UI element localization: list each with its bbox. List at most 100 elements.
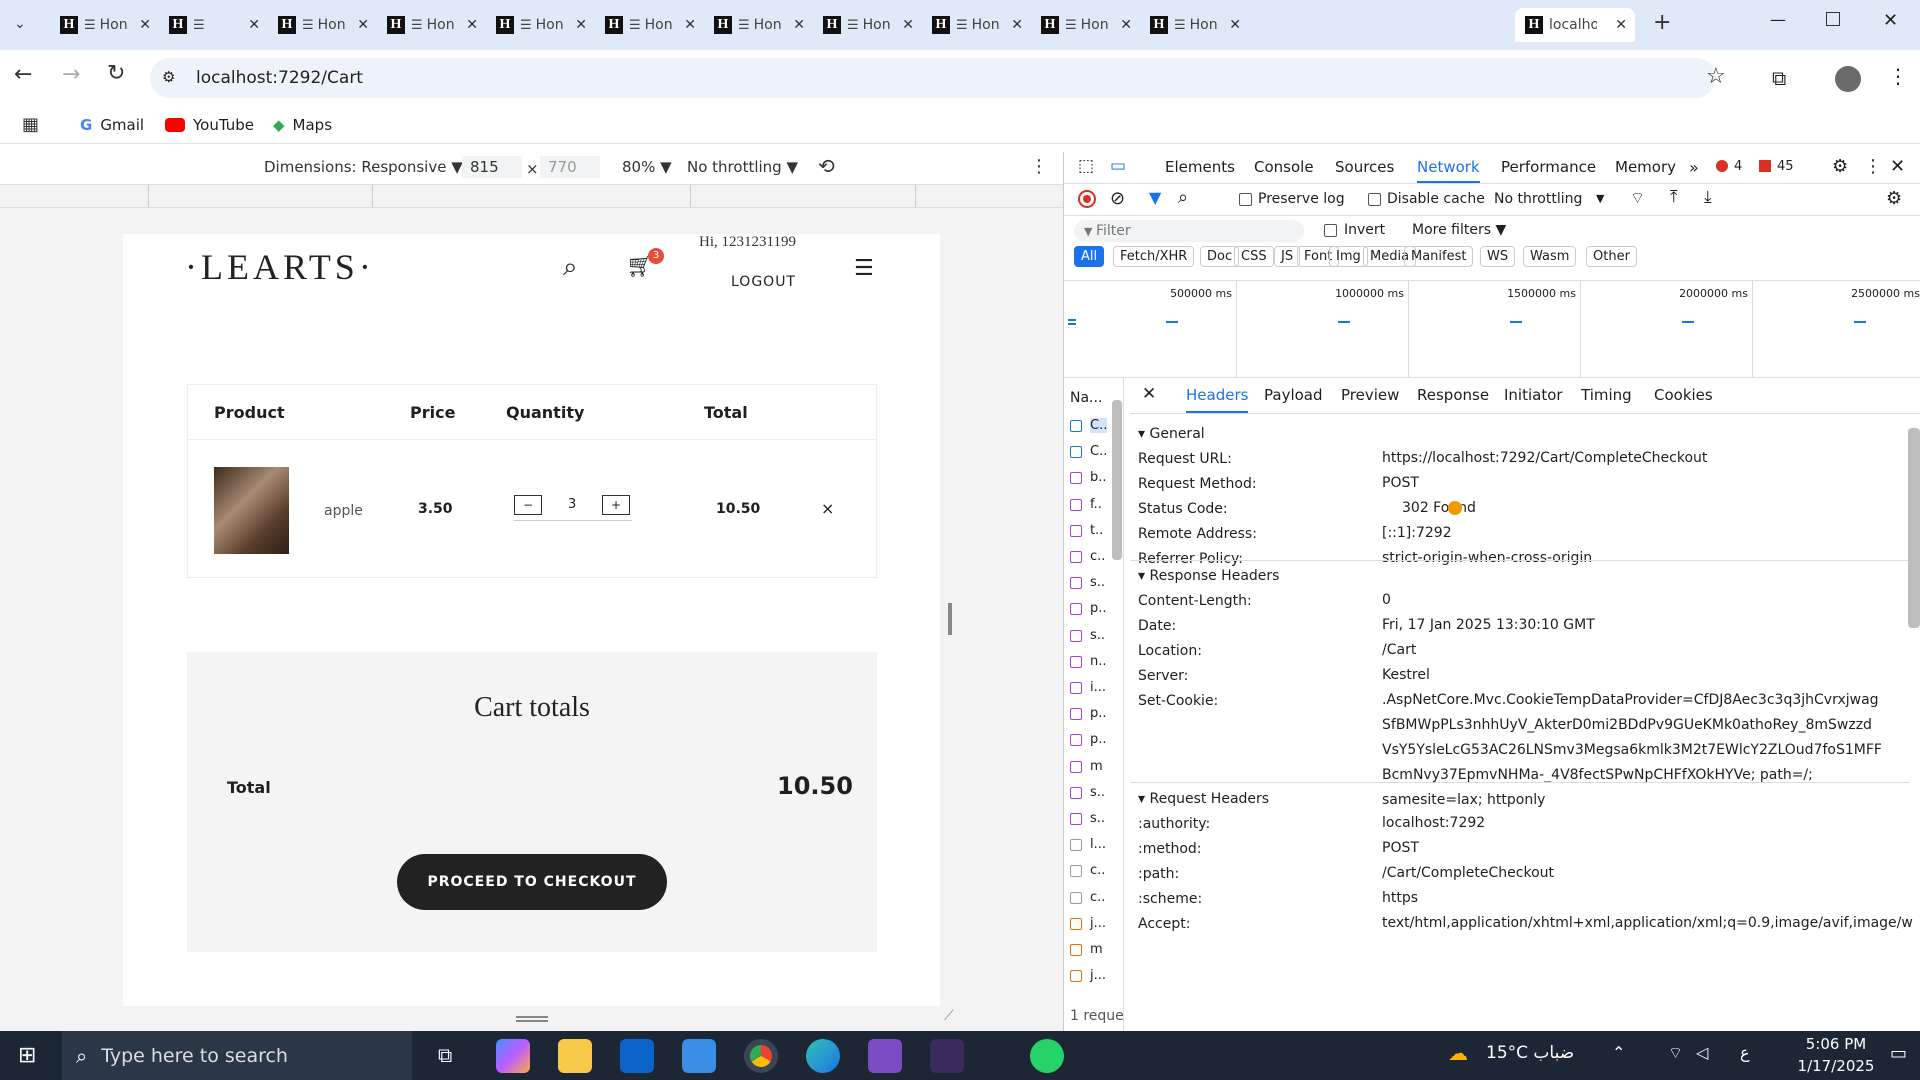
preserve-log-label[interactable]: Preserve log: [1258, 191, 1345, 207]
close-window-button[interactable]: ✕: [1883, 10, 1898, 31]
extensions-icon[interactable]: ⧉: [1772, 66, 1786, 90]
header-value[interactable]: /Cart: [1382, 638, 1902, 663]
browser-tab[interactable]: H ☰ Hon ✕: [595, 8, 704, 42]
resize-corner-icon[interactable]: ⟋: [944, 1008, 954, 1024]
network-icon[interactable]: ⌔: [1668, 1043, 1683, 1063]
header-value[interactable]: https://localhost:7292/Cart/CompleteChec…: [1382, 446, 1902, 471]
detail-tab-response[interactable]: Response: [1417, 386, 1489, 404]
zoom-select[interactable]: 80% ▼: [622, 158, 672, 176]
minimize-button[interactable]: —: [1770, 10, 1786, 29]
header-value[interactable]: Fri, 17 Jan 2025 13:30:10 GMT: [1382, 613, 1902, 638]
devtools-tab-performance[interactable]: Performance: [1501, 158, 1596, 176]
whatsapp-icon[interactable]: [1030, 1039, 1064, 1073]
details-scrollbar[interactable]: [1908, 428, 1920, 628]
volume-icon[interactable]: ◁: [1696, 1043, 1708, 1062]
close-tab-icon[interactable]: ✕: [357, 17, 369, 33]
request-row[interactable]: b..: [1090, 470, 1107, 485]
throttle-select[interactable]: No throttling ▼: [687, 158, 798, 176]
disable-cache-label[interactable]: Disable cache: [1387, 191, 1485, 207]
record-icon[interactable]: [1078, 190, 1096, 208]
invert-label[interactable]: Invert: [1344, 222, 1385, 238]
tray-chevron-icon[interactable]: ⌃: [1612, 1043, 1625, 1062]
detail-tab-payload[interactable]: Payload: [1264, 386, 1323, 404]
request-row[interactable]: s..: [1090, 628, 1105, 643]
back-button[interactable]: ←: [14, 62, 32, 87]
weather-text[interactable]: 15°C ضباب: [1486, 1043, 1574, 1063]
request-headers-section-header[interactable]: ▾ Request Headers: [1138, 791, 1269, 807]
request-row[interactable]: j...: [1090, 968, 1106, 983]
close-tab-icon[interactable]: ✕: [248, 17, 260, 33]
filter-input[interactable]: ▼ Filter: [1074, 220, 1304, 242]
header-value[interactable]: strict-origin-when-cross-origin: [1382, 546, 1902, 571]
error-count[interactable]: 4: [1734, 159, 1742, 174]
general-section-header[interactable]: ▾ General: [1138, 426, 1205, 442]
clock-date[interactable]: 1/17/2025: [1786, 1057, 1886, 1075]
request-row[interactable]: m: [1090, 942, 1103, 957]
browser-tab[interactable]: H ☰ Hon ✕: [486, 8, 595, 42]
name-column-header[interactable]: Na...: [1070, 390, 1102, 406]
close-devtools-icon[interactable]: ✕: [1890, 156, 1905, 177]
close-tab-icon[interactable]: ✕: [684, 17, 696, 33]
devtools-tab-sources[interactable]: Sources: [1335, 158, 1394, 176]
header-value[interactable]: POST: [1382, 471, 1902, 496]
header-value[interactable]: localhost:7292: [1382, 811, 1902, 836]
request-row[interactable]: p..: [1090, 732, 1107, 747]
site-logo[interactable]: ·LEARTS·: [185, 246, 375, 288]
site-info-icon[interactable]: ⚙: [162, 68, 175, 86]
browser-tab[interactable]: H ☰ Hon ✕: [1140, 8, 1249, 42]
header-value[interactable]: [::1]:7292: [1382, 521, 1902, 546]
request-row[interactable]: c..: [1090, 549, 1105, 564]
menu-icon[interactable]: ⋮: [1888, 64, 1908, 88]
visual-studio-icon[interactable]: [868, 1039, 902, 1073]
preserve-log-checkbox[interactable]: [1239, 193, 1252, 206]
customize-icon[interactable]: ⋮: [1864, 156, 1882, 177]
request-row[interactable]: p..: [1090, 601, 1107, 616]
decrease-button[interactable]: −: [514, 495, 542, 515]
type-filter-fetch-xhr[interactable]: Fetch/XHR: [1113, 246, 1195, 267]
request-row[interactable]: s..: [1090, 785, 1105, 800]
product-image[interactable]: [214, 467, 289, 554]
terminal-icon[interactable]: [930, 1039, 964, 1073]
request-row[interactable]: c..: [1090, 890, 1105, 905]
browser-tab[interactable]: H ☰ ✕: [159, 8, 268, 42]
type-filter-img[interactable]: Img: [1329, 246, 1368, 267]
header-value[interactable]: text/html,application/xhtml+xml,applicat…: [1382, 911, 1913, 936]
remove-item-icon[interactable]: ×: [821, 499, 834, 518]
store-icon[interactable]: [682, 1039, 716, 1073]
language-indicator[interactable]: ع: [1740, 1043, 1750, 1062]
close-tab-icon[interactable]: ✕: [793, 17, 805, 33]
filter-icon[interactable]: ▼: [1149, 188, 1161, 207]
tab-search-icon[interactable]: ⌄: [14, 16, 26, 32]
outlook-icon[interactable]: [620, 1039, 654, 1073]
browser-tab[interactable]: H ☰ Hon ✕: [922, 8, 1031, 42]
request-row[interactable]: c..: [1090, 863, 1105, 878]
file-explorer-icon[interactable]: [558, 1039, 592, 1073]
dimensions-select[interactable]: Dimensions: Responsive ▼: [264, 158, 463, 176]
request-row[interactable]: m: [1090, 759, 1103, 774]
url-text[interactable]: localhost:7292/Cart: [196, 68, 363, 88]
request-list-scrollbar[interactable]: [1112, 400, 1122, 560]
rotate-icon[interactable]: ⟲: [818, 154, 835, 178]
close-tab-icon[interactable]: ✕: [139, 17, 151, 33]
disable-cache-checkbox[interactable]: [1368, 193, 1381, 206]
logout-link[interactable]: LOGOUT: [731, 274, 796, 290]
settings-icon[interactable]: ⚙: [1832, 156, 1848, 177]
clock-time[interactable]: 5:06 PM: [1786, 1035, 1886, 1053]
start-windows-icon[interactable]: ⊞: [18, 1043, 36, 1068]
resize-handle-right[interactable]: [948, 603, 952, 635]
tab-active[interactable]: H localhost ✕: [1515, 8, 1635, 42]
import-har-icon[interactable]: ⤒: [1670, 187, 1678, 207]
chrome-icon[interactable]: [744, 1039, 778, 1073]
detail-tab-cookies[interactable]: Cookies: [1654, 386, 1713, 404]
search-icon[interactable]: ⌕: [563, 252, 578, 283]
request-row[interactable]: C..: [1090, 444, 1107, 459]
close-tab-icon[interactable]: ✕: [575, 17, 587, 33]
close-tab-icon[interactable]: ✕: [466, 17, 478, 33]
quantity-value[interactable]: 3: [568, 497, 576, 512]
browser-tab[interactable]: H ☰ Hon ✕: [813, 8, 922, 42]
close-tab-icon[interactable]: ✕: [1615, 17, 1627, 33]
new-tab-button[interactable]: +: [1653, 10, 1671, 35]
copilot-icon[interactable]: [496, 1039, 530, 1073]
increase-button[interactable]: +: [602, 495, 630, 515]
close-tab-icon[interactable]: ✕: [902, 17, 914, 33]
